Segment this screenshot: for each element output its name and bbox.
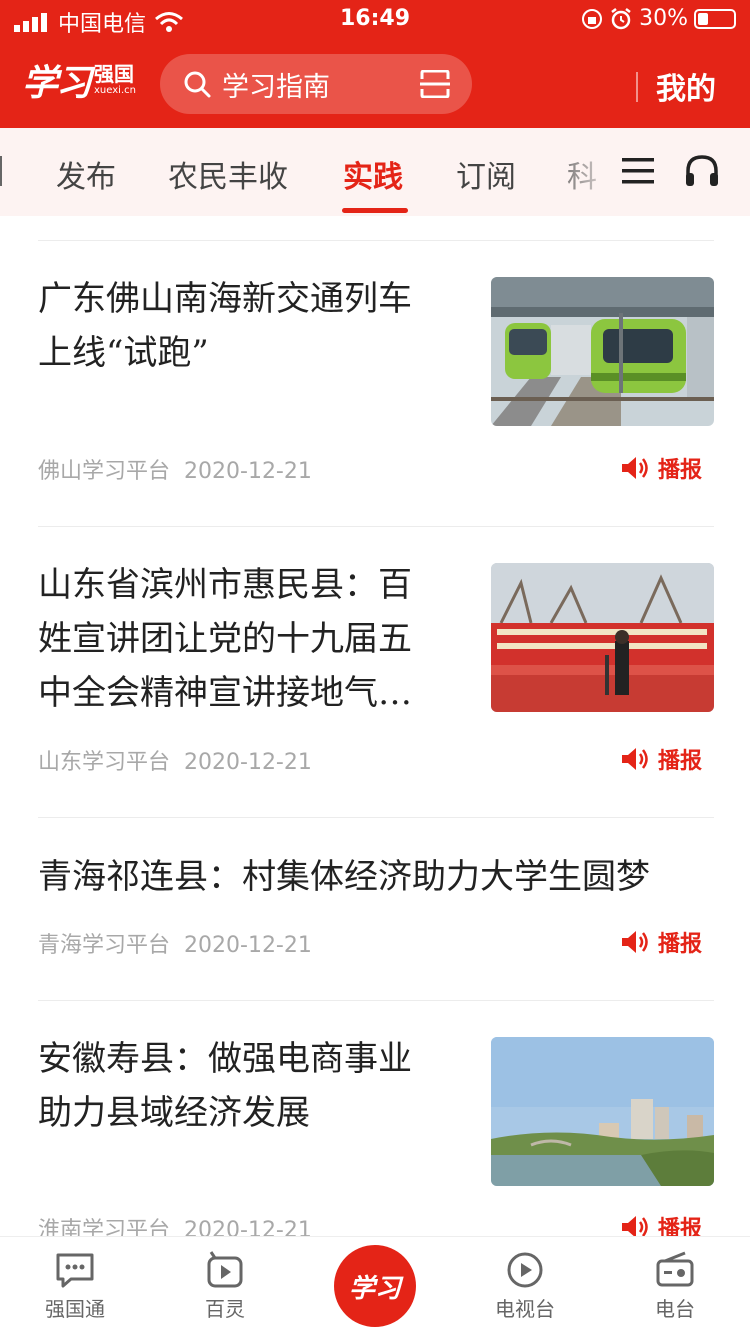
article-title-line: 上线“试跑” (38, 333, 209, 373)
search-icon (184, 71, 211, 98)
bottom-tab-bar: 强国通 百灵 学习 电视台 电台 (0, 1236, 750, 1334)
article-title-line: 姓宣讲团让党的十九届五 (38, 619, 412, 659)
tab-diantai[interactable]: 电台 (625, 1251, 725, 1322)
article-title[interactable]: 青海祁连县：村集体经济助力大学生圆梦 (38, 850, 650, 904)
article-thumbnail-lecture[interactable] (491, 563, 714, 712)
tab-dingyue[interactable]: 订阅 (456, 152, 516, 196)
broadcast-label: 播报 (658, 932, 703, 957)
article-title-line: 助力县域经济发展 (38, 1093, 310, 1133)
article-thumbnail-river-city[interactable] (491, 1037, 714, 1186)
tab-nongmin-fengshou[interactable]: 农民丰收 (168, 152, 288, 196)
list-divider (38, 240, 714, 241)
logo-brand-name: 强国 (94, 62, 135, 86)
broadcast-label: 播报 (658, 749, 703, 774)
tab-shijian[interactable]: 实践 (343, 152, 403, 196)
broadcast-label: 播报 (658, 458, 703, 483)
tab-dianshitai[interactable]: 电视台 (475, 1251, 575, 1322)
battery-percent: 30% (639, 6, 688, 31)
app-header: 学习 强国 xuexi.cn 学习指南 我的 (0, 40, 750, 128)
speaker-icon (622, 931, 648, 953)
article-title-line: 中全会精神宣讲接地气… (38, 673, 412, 713)
chat-icon (56, 1253, 94, 1288)
article-title-line: 广东佛山南海新交通列车 (38, 279, 412, 319)
battery-icon (694, 8, 736, 29)
article-title[interactable]: 安徽寿县：做强电商事业 助力县域经济发展 (38, 1032, 412, 1140)
speaker-icon (622, 457, 648, 479)
article-meta: 佛山学习平台 2020-12-21 (38, 453, 312, 485)
play-icon (507, 1252, 543, 1288)
tab-label: 电台 (655, 1297, 695, 1321)
menu-icon[interactable] (622, 156, 654, 186)
radio-icon (656, 1251, 694, 1287)
xuexi-center-button[interactable]: 学习 (334, 1245, 416, 1327)
logo-brand: 强国 xuexi.cn (94, 64, 136, 96)
article-thumbnail-tram[interactable] (491, 277, 714, 426)
header-divider (636, 72, 638, 102)
article-date: 2020-12-21 (184, 750, 312, 775)
list-divider (38, 526, 714, 527)
list-divider (38, 817, 714, 818)
article-date: 2020-12-21 (184, 933, 312, 958)
tab-fabu[interactable]: 发布 (56, 152, 116, 196)
channel-prev-clipped (0, 156, 4, 186)
scan-icon[interactable] (420, 70, 450, 98)
article-title[interactable]: 山东省滨州市惠民县：百 姓宣讲团让党的十九届五 中全会精神宣讲接地气… (38, 558, 412, 720)
tab-label: 百灵 (205, 1297, 245, 1321)
orientation-lock-icon (582, 8, 603, 29)
article-source: 山东学习平台 (38, 750, 171, 775)
tab-label: 强国通 (45, 1297, 105, 1321)
video-icon (207, 1251, 243, 1288)
status-right: 30% (581, 6, 736, 31)
list-divider (38, 1000, 714, 1001)
tab-label: 电视台 (495, 1297, 555, 1321)
article-title[interactable]: 广东佛山南海新交通列车 上线“试跑” (38, 272, 412, 380)
speaker-icon (622, 748, 648, 770)
search-bar[interactable]: 学习指南 (160, 54, 472, 114)
broadcast-button[interactable]: 播报 (620, 452, 702, 484)
tab-bailing[interactable]: 百灵 (175, 1251, 275, 1322)
article-title-line: 安徽寿县：做强电商事业 (38, 1039, 412, 1079)
status-bar: 中国电信 16:49 30% (0, 0, 750, 40)
mine-button[interactable]: 我的 (656, 64, 716, 108)
tab-qiangguotong[interactable]: 强国通 (25, 1251, 125, 1322)
article-meta: 山东学习平台 2020-12-21 (38, 744, 312, 776)
broadcast-button[interactable]: 播报 (620, 926, 702, 958)
app-logo[interactable]: 学习 强国 xuexi.cn (22, 54, 136, 106)
logo-domain: xuexi.cn (94, 85, 136, 96)
active-tab-indicator (342, 208, 408, 213)
headphone-icon[interactable] (684, 154, 720, 188)
article-meta: 青海学习平台 2020-12-21 (38, 927, 312, 959)
channel-fade (540, 128, 620, 216)
search-placeholder: 学习指南 (222, 71, 330, 103)
article-date: 2020-12-21 (184, 459, 312, 484)
alarm-icon (611, 7, 631, 29)
logo-script: 学习 (22, 62, 92, 104)
article-source: 佛山学习平台 (38, 459, 171, 484)
broadcast-button[interactable]: 播报 (620, 743, 702, 775)
article-source: 青海学习平台 (38, 933, 171, 958)
article-title-line: 青海祁连县：村集体经济助力大学生圆梦 (38, 857, 650, 897)
channel-tabs: 发布 农民丰收 实践 订阅 科 (0, 128, 750, 216)
article-title-line: 山东省滨州市惠民县：百 (38, 565, 412, 605)
